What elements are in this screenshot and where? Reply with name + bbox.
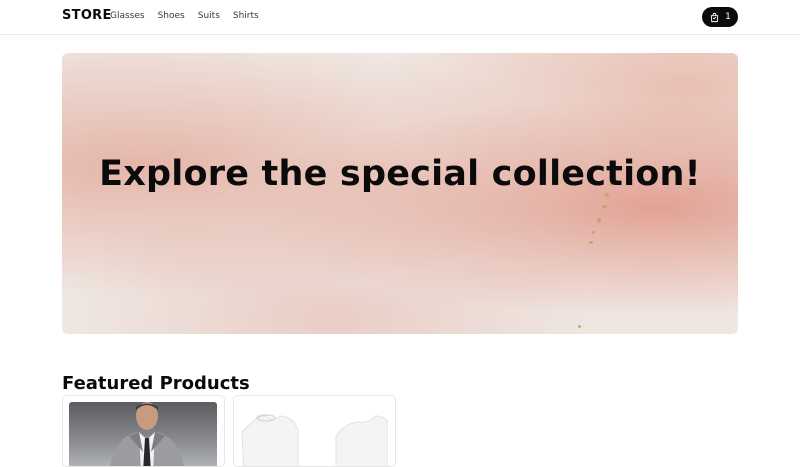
hero-banner: Explore the special collection! [62, 53, 738, 334]
top-navigation-bar: STORE Glasses Shoes Suits Shirts 1 [0, 0, 800, 35]
gold-fleck-decoration [597, 218, 601, 223]
category-nav: Glasses Shoes Suits Shirts [110, 11, 259, 21]
featured-products-heading: Featured Products [62, 373, 250, 394]
cart-button[interactable]: 1 [702, 7, 738, 27]
gold-fleck-decoration [592, 231, 595, 234]
shopping-bag-icon [710, 12, 719, 22]
nav-link-shirts[interactable]: Shirts [233, 11, 259, 21]
product-card[interactable] [233, 395, 396, 467]
gold-fleck-decoration [578, 325, 581, 328]
product-image-suit[interactable] [69, 402, 217, 466]
product-image-shirts[interactable] [240, 402, 388, 466]
nav-link-shoes[interactable]: Shoes [158, 11, 185, 21]
product-card[interactable] [62, 395, 225, 467]
nav-link-suits[interactable]: Suits [198, 11, 220, 21]
cart-count: 1 [725, 12, 731, 22]
white-t-shirts-illustration [241, 414, 388, 466]
man-in-suit-illustration [109, 402, 185, 466]
nav-link-glasses[interactable]: Glasses [110, 11, 145, 21]
hero-heading: Explore the special collection! [99, 154, 701, 194]
gold-fleck-decoration [589, 241, 593, 244]
store-logo[interactable]: STORE [62, 8, 112, 23]
gold-fleck-decoration [602, 205, 607, 208]
